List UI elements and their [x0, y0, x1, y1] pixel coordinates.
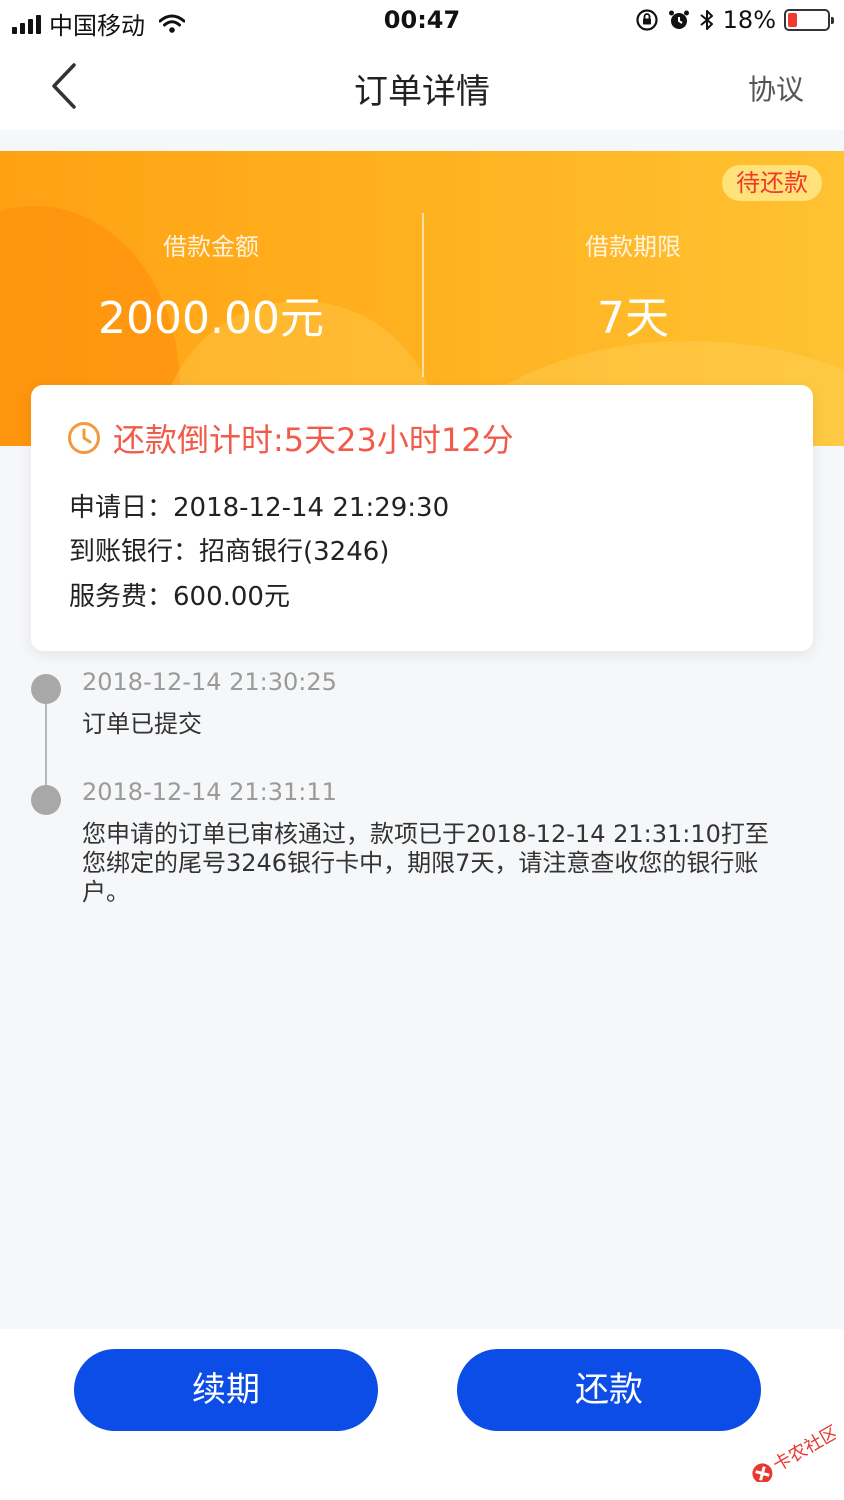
page-title: 订单详情 [354, 72, 490, 112]
protocol-link[interactable]: 协议 [748, 68, 804, 108]
timeline-dot [31, 674, 61, 704]
timeline-text: 您申请的订单已审核通过，款项已于2018-12-14 21:31:10打至您绑定… [82, 820, 769, 906]
repay-button[interactable]: 还款 [457, 1349, 761, 1431]
status-badge: 待还款 [722, 165, 822, 201]
svg-text:卡农社区: 卡农社区 [770, 1422, 836, 1476]
carrier-name: 中国移动 [49, 12, 145, 40]
battery-level-fill [788, 13, 797, 27]
timeline-connector [45, 690, 47, 800]
bottom-action-bar: 续期 还款 [0, 1329, 844, 1500]
service-fee: 服务费：600.00元 [69, 582, 290, 612]
loan-amount-value: 2000.00元 [98, 293, 324, 344]
status-bar: 中国移动 00:47 18% [0, 0, 844, 42]
nav-bar: 订单详情 协议 [0, 42, 844, 130]
orientation-lock-icon [636, 9, 658, 31]
loan-term-label: 借款期限 [585, 233, 681, 261]
status-right: 18% [635, 6, 834, 34]
loan-amount-block: 借款金额 2000.00元 [0, 227, 422, 346]
battery-icon [784, 9, 834, 31]
renew-button[interactable]: 续期 [74, 1349, 378, 1431]
community-watermark-logo: 卡农社区 [752, 1422, 836, 1482]
alarm-icon [668, 10, 689, 29]
wifi-icon [159, 14, 185, 33]
timeline-time: 2018-12-14 21:30:25 [82, 668, 337, 696]
bluetooth-icon [700, 10, 713, 30]
battery-percent: 18% [722, 6, 776, 34]
timeline-time: 2018-12-14 21:31:11 [82, 778, 337, 806]
clock-icon [68, 422, 100, 454]
signal-icon [12, 14, 41, 34]
chevron-left-icon [52, 63, 76, 109]
loan-amount-label: 借款金额 [163, 233, 259, 261]
countdown-text: 还款倒计时:5天23小时12分 [113, 421, 514, 459]
apply-date: 申请日：2018-12-14 21:29:30 [69, 493, 450, 523]
receiving-bank: 到账银行：招商银行(3246) [69, 537, 390, 567]
loan-term-value: 7天 [597, 293, 669, 344]
repayment-info-card: 还款倒计时:5天23小时12分 申请日：2018-12-14 21:29:30 … [31, 385, 813, 651]
back-button[interactable] [36, 58, 92, 114]
status-left: 中国移动 [12, 6, 185, 41]
timeline-dot [31, 785, 61, 815]
timeline-text: 订单已提交 [82, 710, 202, 738]
repayment-countdown: 还款倒计时:5天23小时12分 [67, 415, 514, 461]
loan-term-block: 借款期限 7天 [422, 227, 844, 346]
